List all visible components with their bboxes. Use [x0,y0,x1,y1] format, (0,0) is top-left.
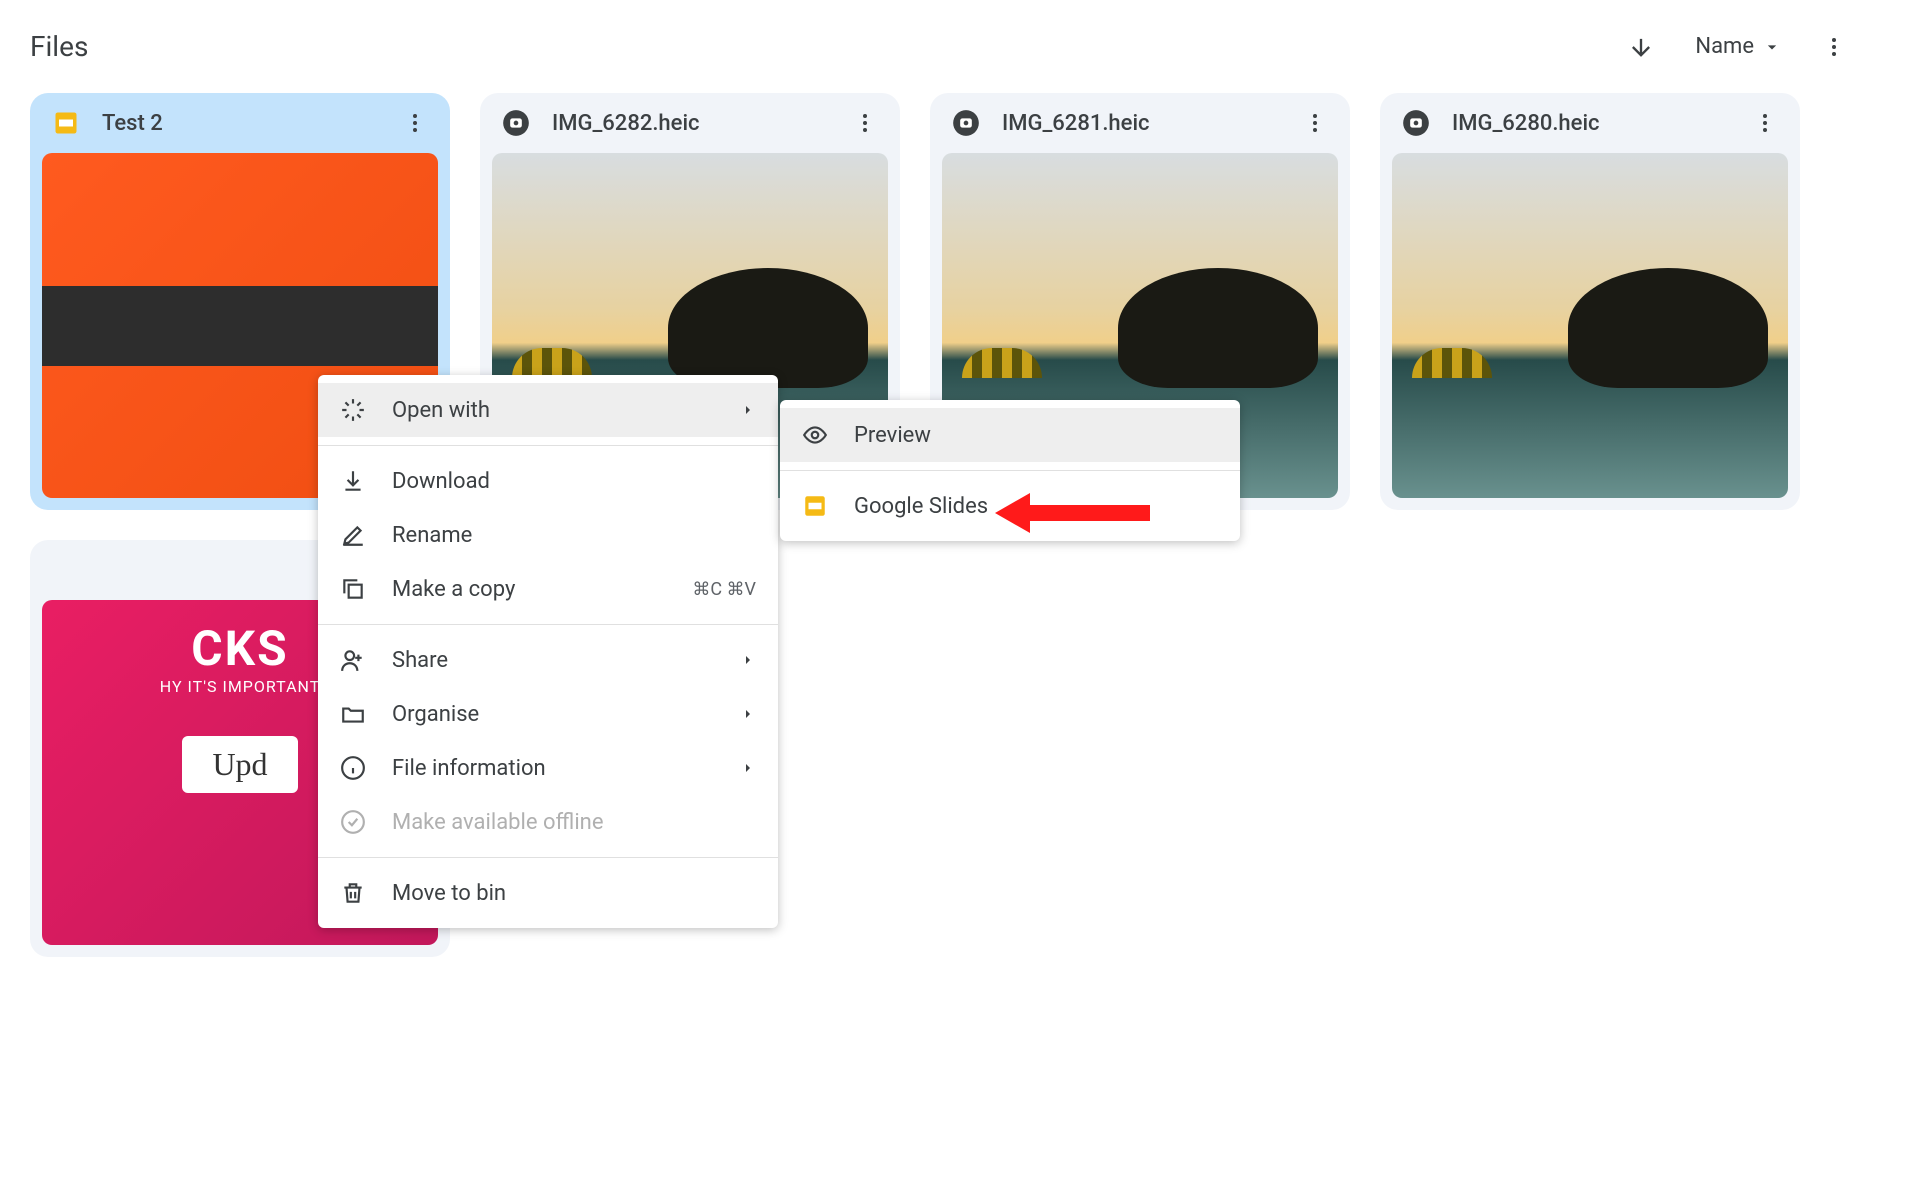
image-icon [50,554,82,586]
file-name: IMG_6282.heic [552,111,830,136]
file-menu-button[interactable] [400,111,430,135]
image-icon [950,107,982,139]
menu-offline: Make available offline [318,795,778,849]
open-with-submenu: Preview Google Slides [780,400,1240,541]
file-menu-button[interactable] [1300,111,1330,135]
file-name: IMG_6281.heic [1002,111,1280,136]
menu-organise[interactable]: Organise [318,687,778,741]
file-card[interactable]: IMG_6280.heic [1380,93,1800,510]
menu-rename[interactable]: Rename [318,508,778,562]
slides-icon [50,107,82,139]
sort-by-button[interactable]: Name [1695,34,1782,59]
sort-label: Name [1695,34,1754,59]
image-icon [1400,107,1432,139]
menu-download[interactable]: Download [318,454,778,508]
file-thumbnail [1392,153,1788,498]
sort-direction-button[interactable] [1627,33,1655,61]
menu-make-copy[interactable]: Make a copy ⌘C ⌘V [318,562,778,616]
file-name: Test 2 [102,111,380,136]
submenu-google-slides[interactable]: Google Slides [780,479,1240,533]
menu-file-info[interactable]: File information [318,741,778,795]
menu-move-to-bin[interactable]: Move to bin [318,866,778,920]
submenu-preview[interactable]: Preview [780,408,1240,462]
menu-share[interactable]: Share [318,633,778,687]
page-title: Files [30,30,88,63]
files-header: Files Name [30,20,1876,93]
file-name: IMG_6280.heic [1452,111,1730,136]
view-options-button[interactable] [1822,35,1846,59]
file-menu-button[interactable] [850,111,880,135]
context-menu: Open with Download Rename Make a copy ⌘C… [318,375,778,928]
image-icon [500,107,532,139]
shortcut-text: ⌘C ⌘V [692,579,756,600]
menu-open-with[interactable]: Open with [318,383,778,437]
file-menu-button[interactable] [1750,111,1780,135]
